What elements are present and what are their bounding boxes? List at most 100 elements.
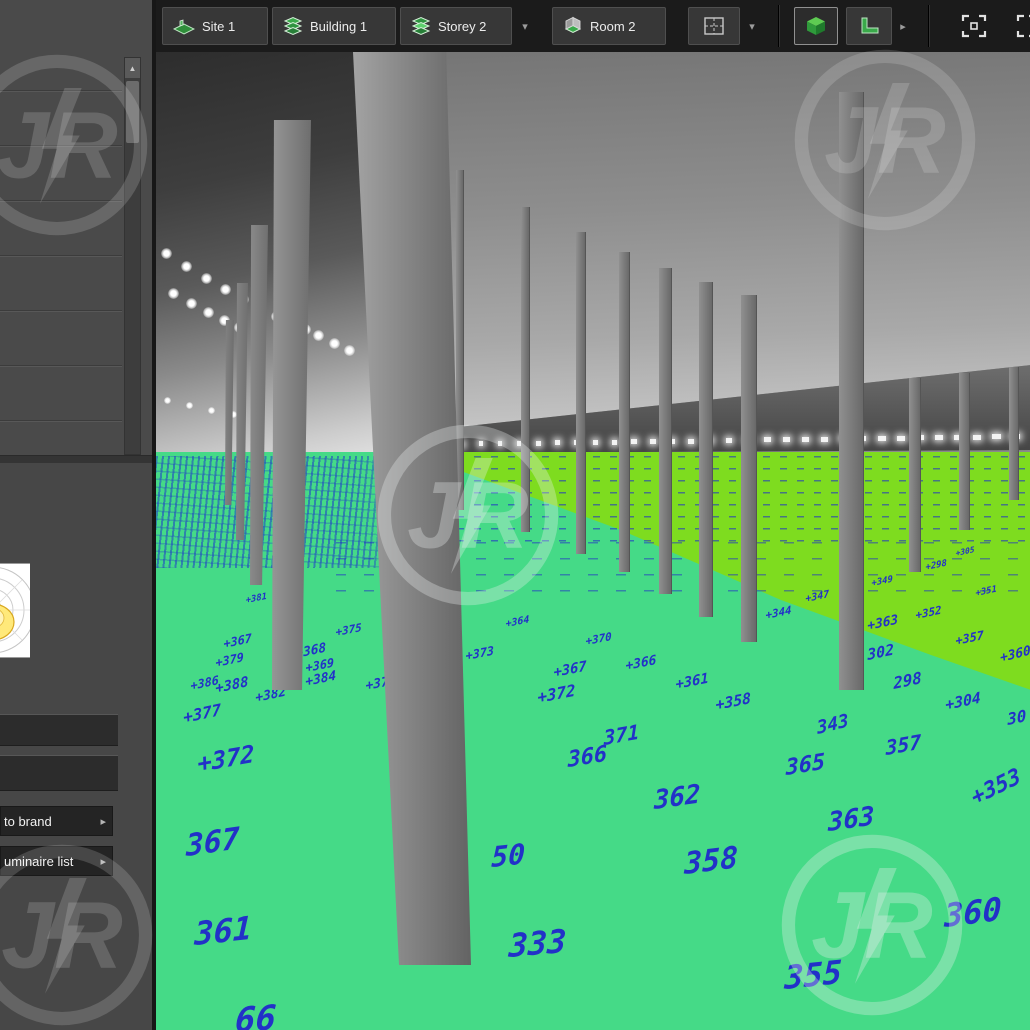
site-icon: [173, 17, 195, 35]
far-ceiling-light: [897, 436, 905, 441]
floor-illuminance-value: 371: [603, 722, 639, 748]
floor-illuminance-value: 50: [491, 840, 526, 872]
polar-diagram-icon: [0, 564, 30, 657]
floor-plan-dropdown-button[interactable]: ▸: [892, 7, 914, 45]
clipped-tool-button[interactable]: [1014, 7, 1030, 45]
far-ceiling-light: [764, 437, 771, 442]
chevron-right-icon: ▸: [100, 855, 106, 868]
storey-icon: [411, 16, 431, 36]
ceiling-light: [181, 261, 192, 272]
storey-dropdown-button[interactable]: ▾: [512, 7, 538, 45]
far-ceiling-light: [935, 435, 943, 440]
column-3d: [959, 373, 970, 530]
section-plane-tool-button[interactable]: [688, 7, 740, 45]
ceiling-light: [220, 284, 231, 295]
floor-plan-icon: [858, 16, 880, 36]
ceiling-light: [313, 330, 324, 341]
floor-illuminance-value: 363: [828, 803, 875, 836]
ceiling-light: [186, 402, 193, 409]
far-ceiling-light: [555, 440, 560, 445]
column-3d: [576, 232, 586, 554]
far-ceiling-light: [878, 436, 886, 441]
far-ceiling-light: [821, 437, 828, 442]
floor-illuminance-value: 365: [786, 752, 826, 780]
breadcrumb-room-button[interactable]: Room 2: [552, 7, 666, 45]
column-3d: [659, 268, 672, 594]
ceiling-light: [203, 307, 214, 318]
breadcrumb-site-label: Site 1: [202, 19, 235, 34]
isoline-dash-band: [406, 456, 1030, 542]
room-icon: [563, 16, 583, 36]
zoom-fit-tool-button[interactable]: [948, 7, 1000, 45]
far-ceiling-light: [992, 434, 1001, 439]
ceiling-light: [201, 273, 212, 284]
floor-plan-view-tool-button[interactable]: [846, 7, 892, 45]
floor-illuminance-value: 367: [186, 824, 240, 862]
sidebar-row-divider: [0, 365, 122, 366]
ceiling-light: [168, 288, 179, 299]
scrollbar-thumb[interactable]: [126, 81, 139, 143]
to-brand-button[interactable]: to brand ▸: [0, 806, 113, 836]
luminaire-list-button[interactable]: uminaire list ▸: [0, 846, 113, 876]
far-ceiling-light: [593, 440, 598, 445]
chevron-right-icon: ▸: [100, 815, 106, 828]
floor-illuminance-value: 361: [194, 912, 253, 950]
chevron-down-icon: ▾: [749, 20, 755, 33]
building-icon: [283, 16, 303, 36]
far-ceiling-light: [726, 438, 732, 443]
ceiling-light: [164, 397, 171, 404]
column-3d: [699, 282, 713, 617]
column-3d: [521, 207, 530, 532]
column-3d: [1009, 367, 1019, 500]
breadcrumb-storey-label: Storey 2: [438, 19, 486, 34]
column-3d: [839, 92, 864, 690]
far-ceiling-light: [631, 439, 637, 444]
section-plane-icon: [701, 14, 727, 38]
sidebar-action-bar-1[interactable]: [0, 714, 118, 746]
toolbar-separator: [778, 5, 779, 47]
sidebar-row-divider: [0, 200, 122, 201]
floor-illuminance-value: 66: [234, 1001, 277, 1030]
floor-illuminance-value: 30: [1007, 708, 1027, 728]
sidebar-row-divider: [0, 90, 122, 91]
far-ceiling-light: [802, 437, 809, 442]
toolbar-separator: [928, 5, 929, 47]
luminaire-polar-diagram-thumbnail[interactable]: [0, 563, 30, 658]
sidebar-action-bar-2[interactable]: [0, 755, 118, 791]
to-brand-label: to brand: [4, 814, 52, 829]
far-ceiling-light: [479, 441, 483, 446]
section-plane-dropdown-button[interactable]: ▾: [740, 7, 764, 45]
sidebar-row-divider: [0, 420, 122, 421]
floor-illuminance-value: 366: [568, 744, 608, 772]
breadcrumb-toolbar: Site 1 Building 1 Storey 2: [156, 0, 1030, 52]
breadcrumb-storey-button[interactable]: Storey 2: [400, 7, 512, 45]
ceiling-light: [186, 298, 197, 309]
breadcrumb-building-button[interactable]: Building 1: [272, 7, 396, 45]
cube-3d-icon: [805, 15, 827, 37]
far-ceiling-light: [612, 440, 617, 445]
floor-illuminance-value: 355: [784, 956, 843, 994]
ceiling-light: [208, 407, 215, 414]
breadcrumb-site-button[interactable]: Site 1: [162, 7, 268, 45]
luminaire-list-label: uminaire list: [4, 854, 73, 869]
view-3d-tool-button[interactable]: [794, 7, 838, 45]
clipped-tool-icon: [1015, 13, 1030, 39]
column-3d: [619, 252, 630, 572]
sidebar-scrollbar[interactable]: ▲: [124, 57, 141, 455]
sidebar-row-divider: [0, 310, 122, 311]
floor-illuminance-value: 360: [944, 893, 1002, 932]
far-ceiling-light: [498, 441, 502, 446]
floor-illuminance-value: 362: [654, 781, 701, 814]
floor-illuminance-value: 333: [508, 925, 567, 962]
sidebar: ▲ to brand ▸ uminaire list ▸: [0, 0, 152, 1030]
sidebar-row-divider: [0, 255, 122, 256]
sidebar-row-divider: [0, 145, 122, 146]
sidebar-lower-panel: [0, 463, 152, 1030]
chevron-down-icon: ▾: [522, 20, 528, 33]
scroll-up-button[interactable]: ▲: [125, 58, 140, 78]
ceiling-light: [329, 338, 340, 349]
floor-illuminance-value: 357: [885, 732, 921, 758]
floor-illuminance-value: 358: [684, 843, 738, 880]
far-ceiling-light: [973, 435, 981, 440]
scene-3d-viewport[interactable]: +388+377+37236736166+367+368+382+386+379…: [156, 52, 1030, 1030]
